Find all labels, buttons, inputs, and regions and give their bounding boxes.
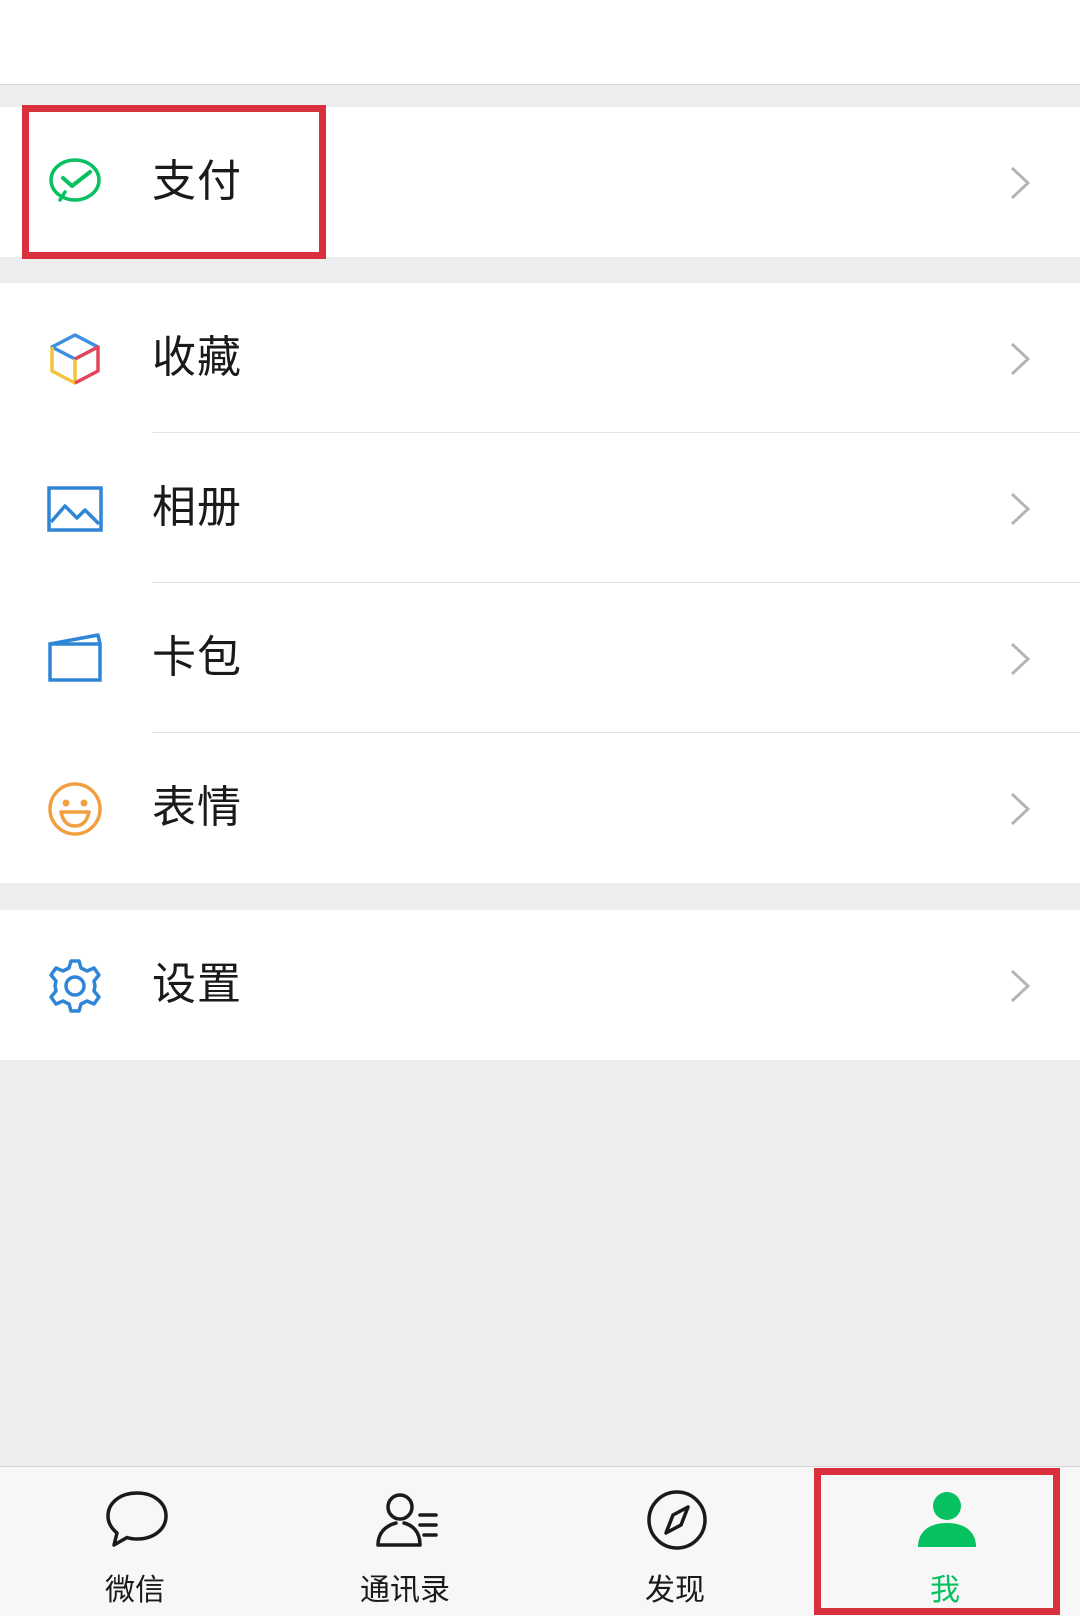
chevron-right-icon <box>1008 968 1032 1004</box>
menu-item-album-label: 相册 <box>152 482 242 533</box>
compass-icon <box>644 1487 710 1553</box>
chevron-right-icon <box>1008 791 1032 827</box>
menu-group-settings: 设置 <box>0 910 1080 1060</box>
image-icon <box>46 480 104 538</box>
smiley-icon <box>46 780 104 838</box>
chevron-right-icon <box>1008 341 1032 377</box>
menu-item-settings-label: 设置 <box>152 959 242 1010</box>
tab-discover-label: 发现 <box>645 1573 705 1608</box>
tab-chats[interactable]: 微信 <box>0 1467 270 1616</box>
menu-item-cards-label: 卡包 <box>152 632 242 683</box>
tab-contacts[interactable]: 通讯录 <box>270 1467 540 1616</box>
highlight-box-pay <box>22 105 326 259</box>
card-wallet-icon <box>46 630 104 688</box>
highlight-box-me <box>814 1468 1060 1615</box>
tab-contacts-label: 通讯录 <box>360 1573 450 1608</box>
chat-bubble-icon <box>104 1487 170 1553</box>
profile-header-area <box>0 0 1080 85</box>
menu-item-stickers[interactable]: 表情 <box>0 733 1080 883</box>
menu-item-album[interactable]: 相册 <box>0 433 1080 583</box>
menu-group-main: 收藏 相册 卡包 表情 <box>0 283 1080 883</box>
chevron-right-icon <box>1008 641 1032 677</box>
menu-item-stickers-label: 表情 <box>152 782 242 833</box>
tab-chats-label: 微信 <box>105 1573 165 1608</box>
contacts-icon <box>374 1487 440 1553</box>
menu-item-favorites-label: 收藏 <box>152 332 242 383</box>
gear-icon <box>46 957 104 1015</box>
chevron-right-icon <box>1008 165 1032 201</box>
menu-item-settings[interactable]: 设置 <box>0 910 1080 1060</box>
menu-item-favorites[interactable]: 收藏 <box>0 283 1080 433</box>
chevron-right-icon <box>1008 491 1032 527</box>
tab-discover[interactable]: 发现 <box>540 1467 810 1616</box>
cube-icon <box>46 330 104 388</box>
menu-item-cards[interactable]: 卡包 <box>0 583 1080 733</box>
